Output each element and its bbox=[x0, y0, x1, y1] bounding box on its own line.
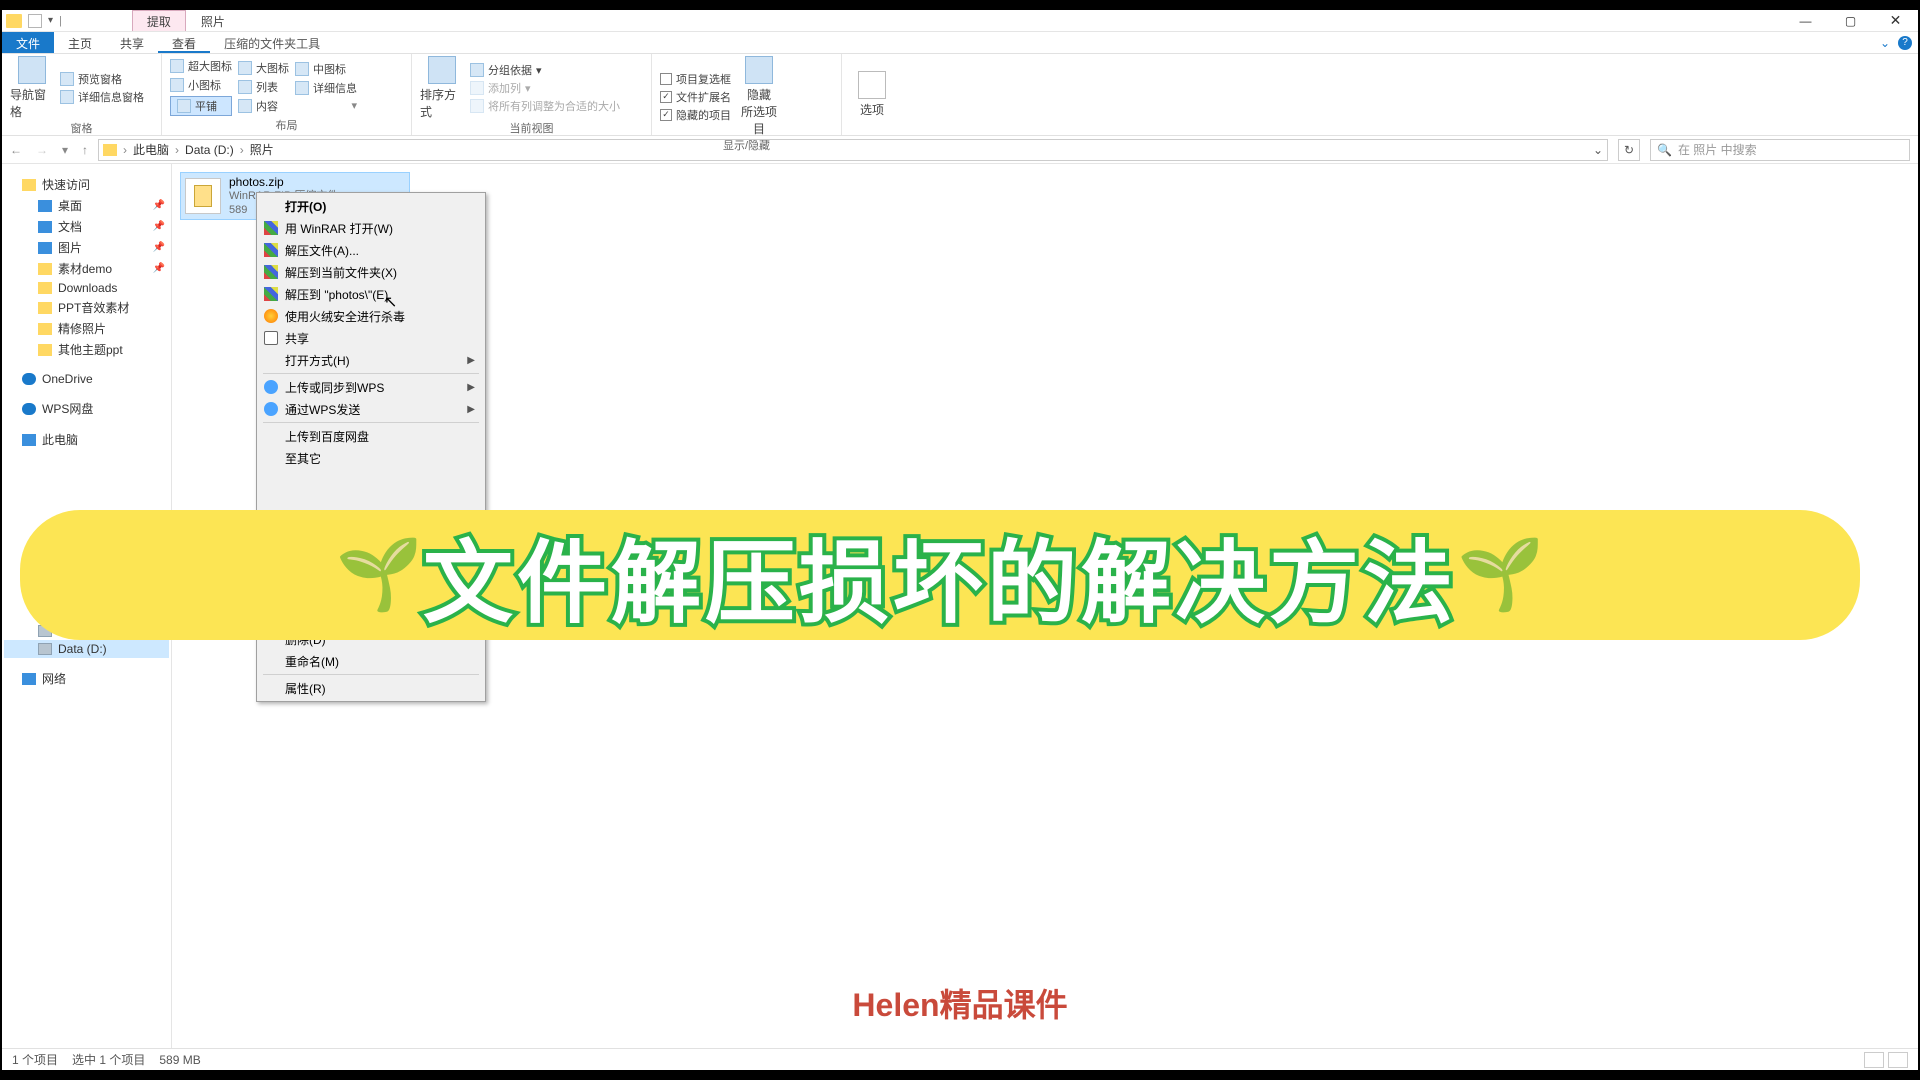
tab-file[interactable]: 文件 bbox=[2, 32, 54, 53]
crumb-dropdown-icon[interactable]: ⌄ bbox=[1593, 143, 1603, 157]
ctx-to-other[interactable]: 至其它 bbox=[259, 447, 483, 469]
file-name-label: photos.zip bbox=[229, 175, 338, 189]
nav-d-drive[interactable]: Data (D:) bbox=[4, 640, 169, 658]
help-icon[interactable]: ? bbox=[1898, 36, 1912, 50]
status-selected: 选中 1 个项目 bbox=[72, 1051, 145, 1068]
nav-quick-access[interactable]: 快速访问 bbox=[4, 174, 169, 195]
ctx-baidu-upload[interactable]: 上传到百度网盘 bbox=[259, 425, 483, 447]
crumb-photos[interactable]: 照片 bbox=[250, 141, 274, 158]
qat-button[interactable] bbox=[28, 14, 42, 28]
nav-demo[interactable]: 素材demo📌 bbox=[4, 258, 169, 279]
layout-content[interactable]: 内容 bbox=[238, 98, 289, 114]
app-icon bbox=[6, 14, 22, 28]
nav-downloads[interactable]: Downloads bbox=[4, 279, 169, 297]
watermark-text: Helen精品课件 bbox=[852, 980, 1067, 1026]
fit-columns-button[interactable]: 将所有列调整为合适的大小 bbox=[470, 98, 620, 114]
checkbox-file-ext[interactable]: ✓文件扩展名 bbox=[660, 89, 731, 105]
layout-list[interactable]: 列表 bbox=[238, 79, 289, 95]
search-icon: 🔍 bbox=[1657, 143, 1672, 157]
nav-documents[interactable]: 文档📌 bbox=[4, 216, 169, 237]
overlay-banner: 🌱 文件解压损坏的解决方法 🌱 bbox=[20, 510, 1860, 640]
tab-home[interactable]: 主页 bbox=[54, 32, 106, 53]
options-button[interactable]: 选项 bbox=[850, 56, 894, 133]
ctx-open[interactable]: 打开(O) bbox=[259, 195, 483, 217]
status-item-count: 1 个项目 bbox=[12, 1051, 58, 1068]
preview-pane-button[interactable]: 预览窗格 bbox=[60, 71, 144, 87]
tab-share[interactable]: 共享 bbox=[106, 32, 158, 53]
context-tab-photos[interactable]: 照片 bbox=[186, 10, 240, 31]
nav-refined-photos[interactable]: 精修照片 bbox=[4, 318, 169, 339]
status-size: 589 MB bbox=[159, 1053, 200, 1067]
layout-xl[interactable]: 超大图标 bbox=[170, 58, 232, 74]
view-details-button[interactable] bbox=[1864, 1052, 1884, 1068]
crumb-thispc[interactable]: 此电脑 bbox=[133, 141, 169, 158]
folder-icon bbox=[103, 144, 117, 156]
layout-lg[interactable]: 大图标 bbox=[238, 60, 289, 76]
sprout-icon-right: 🌱 bbox=[1457, 534, 1544, 616]
group-by-button[interactable]: 分组依据 ▾ bbox=[470, 62, 620, 78]
layout-tiles[interactable]: 平铺 bbox=[170, 96, 232, 116]
group-currentview-label: 当前视图 bbox=[420, 120, 643, 136]
hide-selected-button[interactable]: 隐藏 所选项目 bbox=[737, 56, 781, 137]
ctx-wps-sync[interactable]: 上传或同步到WPS▶ bbox=[259, 376, 483, 398]
titlebar: ▾ | 提取 照片 — ▢ ✕ bbox=[2, 10, 1918, 32]
ribbon-tabstrip: 文件 主页 共享 查看 压缩的文件夹工具 ⌄ ? bbox=[2, 32, 1918, 54]
ribbon-collapse-icon[interactable]: ⌄ bbox=[1880, 36, 1890, 50]
zip-file-icon bbox=[185, 178, 221, 214]
nav-thispc[interactable]: 此电脑 bbox=[4, 429, 169, 450]
status-bar: 1 个项目 选中 1 个项目 589 MB bbox=[2, 1048, 1918, 1070]
group-panes-label: 窗格 bbox=[10, 120, 153, 136]
nav-ppt-sound[interactable]: PPT音效素材 bbox=[4, 297, 169, 318]
ctx-wps-send[interactable]: 通过WPS发送▶ bbox=[259, 398, 483, 420]
nav-onedrive[interactable]: OneDrive bbox=[4, 370, 169, 388]
nav-pane-button[interactable]: 导航窗格 bbox=[10, 56, 54, 120]
ctx-extract-here[interactable]: 解压到当前文件夹(X) bbox=[259, 261, 483, 283]
back-button[interactable]: ← bbox=[10, 143, 22, 157]
up-button[interactable]: ↑ bbox=[82, 143, 88, 157]
close-button[interactable]: ✕ bbox=[1873, 10, 1918, 32]
ctx-extract-to[interactable]: 解压到 "photos\"(E) bbox=[259, 283, 483, 305]
ctx-properties[interactable]: 属性(R) bbox=[259, 677, 483, 699]
ctx-winrar-open[interactable]: 用 WinRAR 打开(W) bbox=[259, 217, 483, 239]
layout-md[interactable]: 中图标 bbox=[295, 61, 357, 77]
refresh-button[interactable]: ↻ bbox=[1618, 139, 1640, 161]
ctx-open-with[interactable]: 打开方式(H)▶ bbox=[259, 349, 483, 371]
layout-more[interactable]: ▾ bbox=[295, 99, 357, 112]
checkbox-hidden-items[interactable]: ✓隐藏的项目 bbox=[660, 107, 731, 123]
tab-compressed-tools[interactable]: 压缩的文件夹工具 bbox=[210, 32, 334, 53]
nav-desktop[interactable]: 桌面📌 bbox=[4, 195, 169, 216]
ribbon: 导航窗格 预览窗格 详细信息窗格 窗格 超大图标 小图标 平铺 大图标 列表 bbox=[2, 54, 1918, 136]
view-icons-button[interactable] bbox=[1888, 1052, 1908, 1068]
group-layout-label: 布局 bbox=[170, 117, 403, 133]
nav-other-ppt[interactable]: 其他主题ppt bbox=[4, 339, 169, 360]
minimize-button[interactable]: — bbox=[1783, 10, 1828, 32]
tab-view[interactable]: 查看 bbox=[158, 32, 210, 53]
sort-button[interactable]: 排序方式 bbox=[420, 56, 464, 120]
banner-title: 文件解压损坏的解决方法 bbox=[423, 510, 1457, 640]
ctx-huorong-scan[interactable]: 使用火绒安全进行杀毒 bbox=[259, 305, 483, 327]
maximize-button[interactable]: ▢ bbox=[1828, 10, 1873, 32]
nav-pictures[interactable]: 图片📌 bbox=[4, 237, 169, 258]
nav-network[interactable]: 网络 bbox=[4, 668, 169, 689]
sprout-icon-left: 🌱 bbox=[336, 534, 423, 616]
layout-details[interactable]: 详细信息 bbox=[295, 80, 357, 96]
ctx-share[interactable]: 共享 bbox=[259, 327, 483, 349]
nav-wps[interactable]: WPS网盘 bbox=[4, 398, 169, 419]
ctx-rename[interactable]: 重命名(M) bbox=[259, 650, 483, 672]
search-input[interactable]: 🔍 在 照片 中搜索 bbox=[1650, 139, 1910, 161]
layout-sm[interactable]: 小图标 bbox=[170, 77, 232, 93]
forward-button[interactable]: → bbox=[36, 143, 48, 157]
address-bar: ← → ▾ ↑ › 此电脑 › Data (D:) › 照片 ⌄ ↻ 🔍 在 照… bbox=[2, 136, 1918, 164]
context-tab-extract[interactable]: 提取 bbox=[132, 10, 186, 31]
ctx-extract-files[interactable]: 解压文件(A)... bbox=[259, 239, 483, 261]
add-columns-button[interactable]: 添加列 ▾ bbox=[470, 80, 620, 96]
crumb-data-d[interactable]: Data (D:) bbox=[185, 143, 234, 157]
breadcrumb[interactable]: › 此电脑 › Data (D:) › 照片 ⌄ bbox=[98, 139, 1608, 161]
details-pane-button[interactable]: 详细信息窗格 bbox=[60, 89, 144, 105]
checkbox-item-checkboxes[interactable]: 项目复选框 bbox=[660, 71, 731, 87]
